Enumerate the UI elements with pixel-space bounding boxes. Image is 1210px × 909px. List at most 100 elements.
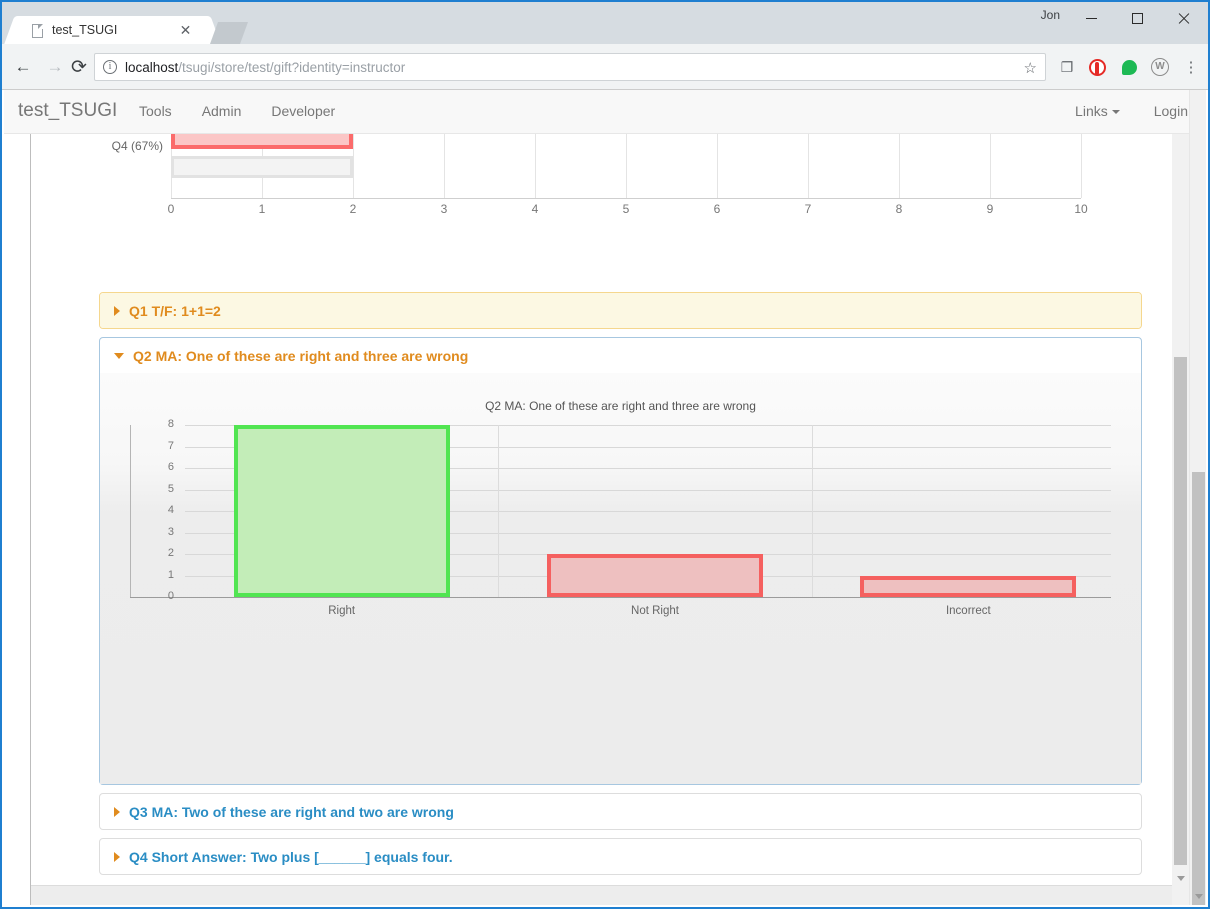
- nav-item-links-label: Links: [1075, 103, 1108, 119]
- w-extension-icon[interactable]: W: [1147, 54, 1173, 80]
- profile-name-label[interactable]: Jon: [1041, 8, 1060, 22]
- accordion-body-q2: Q2 MA: One of these are right and three …: [100, 373, 1141, 784]
- q2-bar-chart: Q2 MA: One of these are right and three …: [130, 399, 1111, 724]
- page-footer: [31, 885, 1172, 905]
- site-nav-right: Links Login: [1075, 103, 1188, 119]
- x-tick-label: 9: [986, 202, 994, 216]
- reload-button[interactable]: ⟳: [66, 54, 92, 80]
- window-minimize-button[interactable]: [1068, 2, 1114, 34]
- opera-extension-icon[interactable]: [1084, 54, 1110, 80]
- gridline: [353, 134, 354, 198]
- x-tick-label: 2: [349, 202, 357, 216]
- bar-right: [233, 425, 450, 597]
- content-scrollbar-down-arrow[interactable]: [1172, 870, 1189, 887]
- page-viewport: test_TSUGI Tools Admin Developer Links L…: [4, 90, 1206, 905]
- summary-bar-incorrect: [171, 134, 353, 149]
- q2-chart-title: Q2 MA: One of these are right and three …: [485, 399, 756, 413]
- accordion-header-q2[interactable]: Q2 MA: One of these are right and three …: [100, 338, 1141, 373]
- nav-item-admin[interactable]: Admin: [202, 103, 242, 119]
- accordion-header-q3[interactable]: Q3 MA: Two of these are right and two ar…: [100, 794, 1141, 829]
- forward-button[interactable]: →: [42, 54, 68, 80]
- summary-bar-other: [171, 156, 353, 178]
- maximize-icon: [1131, 12, 1143, 24]
- address-bar-url: localhost/tsugi/store/test/gift?identity…: [125, 60, 405, 75]
- accordion-title-q3: Q3 MA: Two of these are right and two ar…: [129, 803, 454, 820]
- accordion-header-q1[interactable]: Q1 T/F: 1+1=2: [100, 293, 1141, 328]
- accordion-title-q2: Q2 MA: One of these are right and three …: [133, 347, 469, 364]
- new-tab-button[interactable]: [209, 22, 249, 44]
- accordion-panel-q2: Q2 MA: One of these are right and three …: [99, 337, 1142, 785]
- chevron-down-icon: [114, 352, 124, 359]
- content-scrollbar-thumb[interactable]: [1174, 357, 1187, 865]
- gridline: [808, 134, 809, 198]
- y-tick-label: 5: [167, 482, 174, 495]
- nav-item-links[interactable]: Links: [1075, 103, 1120, 119]
- q2-chart-x-axis: [130, 597, 1111, 598]
- x-tick-label: Incorrect: [945, 605, 991, 617]
- bookmark-star-icon[interactable]: ☆: [1024, 59, 1037, 77]
- accordion-panel-q1: Q1 T/F: 1+1=2: [99, 292, 1142, 329]
- browser-tab-strip: test_TSUGI ✕ Jon: [2, 2, 1208, 46]
- x-tick-label: 6: [713, 202, 721, 216]
- back-button[interactable]: ←: [10, 54, 36, 80]
- x-tick-label: 8: [895, 202, 903, 216]
- x-tick-label: 0: [167, 202, 175, 216]
- summary-chart-row-label: Q4 (67%): [111, 139, 163, 153]
- q2-chart-bars: [185, 425, 1111, 597]
- bar-incorrect: [860, 575, 1077, 597]
- browser-tab[interactable]: test_TSUGI ✕: [20, 16, 205, 46]
- chevron-right-icon: [114, 851, 120, 862]
- page-favicon-icon: [32, 24, 43, 38]
- gridline: [626, 134, 627, 198]
- y-tick-label: 6: [167, 461, 174, 473]
- gridline: [899, 134, 900, 198]
- accordion-title-q4: Q4 Short Answer: Two plus [______] equal…: [129, 848, 453, 865]
- gridline: [717, 134, 718, 198]
- y-tick-label: 3: [167, 525, 174, 538]
- url-path: /tsugi/store/test/gift?identity=instruct…: [178, 59, 406, 75]
- address-bar[interactable]: i localhost/tsugi/store/test/gift?identi…: [94, 53, 1046, 81]
- summary-chart-plot: [171, 134, 1082, 198]
- chevron-down-icon: [1111, 110, 1120, 115]
- close-tab-icon[interactable]: ✕: [178, 23, 193, 38]
- chevron-right-icon: [114, 305, 120, 316]
- site-info-icon[interactable]: i: [103, 60, 117, 74]
- accordion-header-q4[interactable]: Q4 Short Answer: Two plus [______] equal…: [100, 839, 1141, 874]
- nav-item-developer[interactable]: Developer: [271, 103, 335, 119]
- summary-bar-chart: Q4 (67%) 0 1 2 3 4 5 6 7 8 9 10: [31, 134, 1172, 234]
- y-tick-label: 4: [167, 504, 174, 516]
- close-icon: [1177, 12, 1190, 25]
- summary-chart-x-ticks: 0 1 2 3 4 5 6 7 8 9 10: [167, 202, 1088, 222]
- window-maximize-button[interactable]: [1114, 2, 1160, 34]
- minimize-icon: [1085, 17, 1097, 19]
- x-tick-label: 1: [258, 202, 266, 216]
- x-tick-label: 5: [622, 202, 630, 216]
- chevron-right-icon: [114, 806, 120, 817]
- page-scrollbar-thumb[interactable]: [1192, 472, 1205, 905]
- browser-toolbar: ← → ⟳ i localhost/tsugi/store/test/gift?…: [2, 44, 1208, 90]
- x-tick-label: 7: [804, 202, 812, 216]
- y-tick-label: 2: [167, 547, 174, 559]
- content-scrollpane: Q4 (67%) 0 1 2 3 4 5 6 7 8 9 10 Q1 T/F: …: [31, 134, 1172, 905]
- green-balloon-extension-icon[interactable]: [1116, 54, 1142, 80]
- nav-item-login[interactable]: Login: [1154, 103, 1188, 119]
- accordion-title-q1: Q1 T/F: 1+1=2: [129, 302, 221, 319]
- x-tick-label: Right: [328, 605, 356, 617]
- browser-menu-icon[interactable]: ⋮: [1178, 54, 1204, 80]
- site-brand[interactable]: test_TSUGI: [18, 100, 117, 122]
- y-tick-label: 8: [167, 418, 174, 430]
- cast-icon[interactable]: ❐: [1054, 54, 1080, 80]
- nav-item-tools[interactable]: Tools: [139, 103, 172, 119]
- y-tick-label: 0: [167, 590, 174, 602]
- site-nav-links: Tools Admin Developer: [139, 103, 335, 119]
- page-scrollbar[interactable]: [1189, 90, 1206, 905]
- x-tick-label: Not Right: [631, 605, 679, 617]
- content-scrollbar[interactable]: [1172, 134, 1189, 905]
- x-tick-label: 3: [440, 202, 448, 216]
- window-close-button[interactable]: [1160, 2, 1206, 34]
- browser-window: test_TSUGI ✕ Jon ← → ⟳ i localhost/tsugi…: [0, 0, 1210, 909]
- x-tick-label: 10: [1074, 202, 1088, 216]
- url-host: localhost: [125, 59, 179, 75]
- page-scrollbar-down-arrow[interactable]: [1190, 888, 1206, 905]
- accordion-panel-q3: Q3 MA: Two of these are right and two ar…: [99, 793, 1142, 830]
